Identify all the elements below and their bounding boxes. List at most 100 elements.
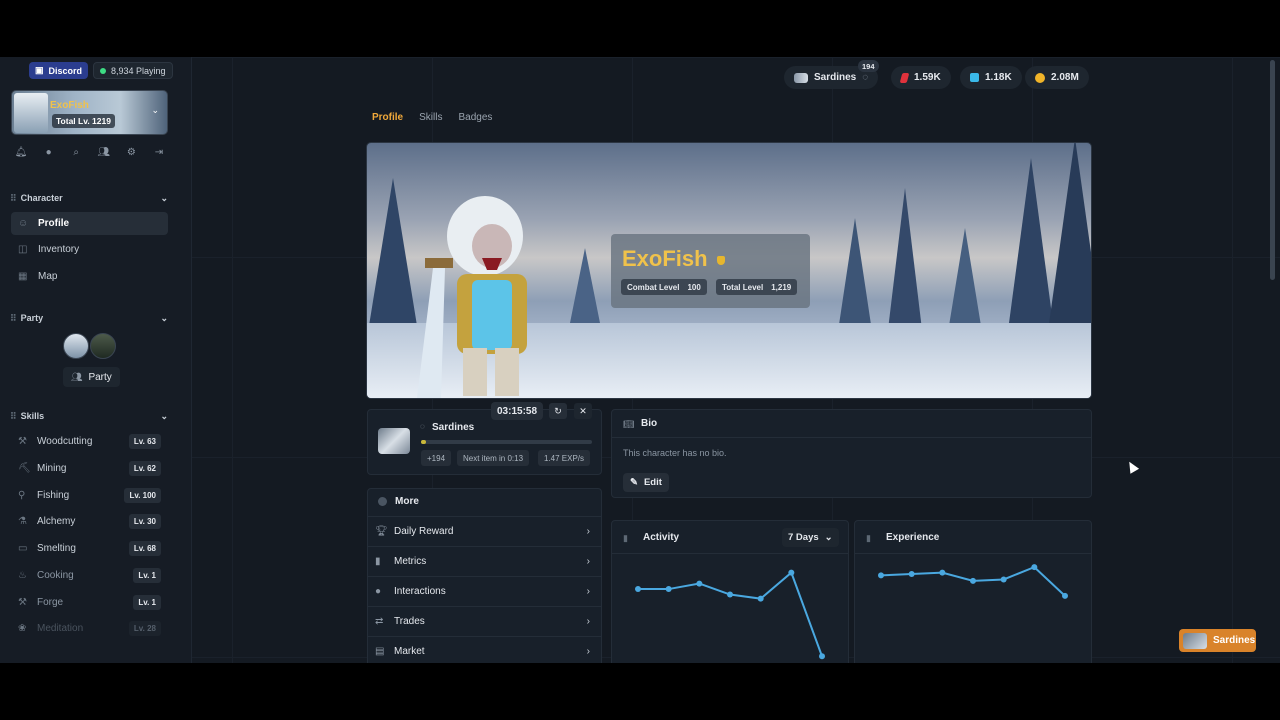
experience-chart-panel: ▮ Experience (854, 520, 1092, 663)
skill-woodcutting[interactable]: ⚒ Woodcutting Lv. 63 (11, 431, 168, 451)
character-card[interactable]: ExoFish Total Lv. 1219 ⌄ (11, 90, 168, 135)
tab-profile[interactable]: Profile (372, 112, 403, 123)
logout-icon[interactable]: ⇥ (150, 143, 168, 161)
loot-toast[interactable]: Sardines (1179, 629, 1256, 652)
skill-fishing[interactable]: ⚲ Fishing Lv. 100 (11, 485, 168, 505)
more-item-label: Trades (394, 616, 425, 627)
more-item-daily-reward[interactable]: 🏆︎ Daily Reward › (367, 516, 602, 546)
red-gem-icon (899, 72, 910, 83)
activity-data-point[interactable] (757, 595, 764, 602)
friends-icon[interactable]: 👥︎ (95, 143, 113, 161)
range-select[interactable]: 7 Days ⌄ (782, 528, 839, 547)
skill-smelting[interactable]: ▭ Smelting Lv. 68 (11, 538, 168, 558)
experience-data-point[interactable] (878, 572, 884, 579)
party-button-label: Party (88, 371, 112, 383)
party-member-avatar[interactable] (63, 333, 89, 359)
online-dot-icon (100, 67, 106, 74)
search-icon[interactable]: ⌕ (67, 143, 85, 161)
activity-data-point[interactable] (665, 586, 672, 593)
skill-forge[interactable]: ⚒ Forge Lv. 1 (11, 592, 168, 612)
sidebar-item-inventory[interactable]: ◫ Inventory (11, 238, 168, 261)
bell-icon[interactable]: 🔔︎ (12, 143, 30, 161)
activity-chart-title: Activity (643, 532, 680, 543)
experience-data-point[interactable] (970, 577, 976, 584)
hammer-icon: ⚒ (18, 596, 27, 608)
gold-pill[interactable]: 2.08M (1025, 66, 1089, 89)
activity-series-line (638, 570, 823, 657)
quick-actions: 🔔︎ ● ⌕ 👥︎ ⚙ ⇥ (12, 143, 168, 161)
axe-icon: ⚒ (18, 435, 27, 447)
more-item-metrics[interactable]: ▮ Metrics › (367, 546, 602, 576)
more-item-trades[interactable]: ⇄ Trades › (367, 606, 602, 636)
skill-meditation[interactable]: ❀ Meditation Lv. 28 (11, 618, 168, 638)
edit-icon: ✎ (630, 477, 638, 488)
party-member-avatar[interactable] (90, 333, 116, 359)
drag-handle-icon[interactable]: ⠿ (10, 411, 17, 421)
section-skills-header[interactable]: ⠿ Skills ⌄ (10, 411, 168, 422)
skill-label: Smelting (37, 542, 76, 554)
experience-chart-title: Experience (886, 532, 940, 543)
profile-name: ExoFish (622, 246, 708, 271)
chevron-down-icon[interactable]: ⌄ (160, 193, 168, 204)
chevron-right-icon: › (586, 646, 590, 657)
sidebar-item-profile[interactable]: ☺ Profile (11, 212, 168, 235)
discord-button[interactable]: ▣ Discord (29, 62, 89, 79)
action-progress-fill (421, 440, 427, 444)
drag-handle-icon[interactable]: ⠿ (10, 193, 17, 203)
mouse-cursor (1124, 459, 1140, 474)
tab-skills[interactable]: Skills (419, 112, 442, 123)
blue-gems-pill[interactable]: 1.18K (960, 66, 1022, 89)
experience-data-point[interactable] (939, 569, 946, 576)
profile-name-card: ExoFish Combat Level 100 Total Level 1,2… (611, 234, 810, 308)
sidebar: ▣ Discord 8,934 Playing ExoFish Total Lv… (0, 57, 192, 663)
activity-data-point[interactable] (819, 653, 825, 660)
activity-data-point[interactable] (788, 569, 795, 576)
skill-alchemy[interactable]: ⚗ Alchemy Lv. 30 (11, 511, 168, 531)
more-item-interactions[interactable]: ● Interactions › (367, 576, 602, 606)
section-party-title: Party (20, 313, 44, 323)
skill-label: Woodcutting (37, 435, 93, 447)
spinner-icon: ◌ (862, 72, 869, 83)
skill-level-badge: Lv. 62 (128, 460, 161, 476)
drag-handle-icon[interactable]: ⠿ (10, 313, 17, 323)
edit-bio-button[interactable]: ✎ Edit (623, 473, 669, 492)
activity-data-point[interactable] (635, 586, 641, 593)
flask-icon: ⚗ (18, 515, 27, 527)
experience-data-point[interactable] (1000, 576, 1007, 583)
sidebar-item-map[interactable]: ▦ Map (11, 265, 168, 288)
gold-value: 2.08M (1051, 72, 1079, 83)
chevron-down-icon[interactable]: ⌄ (160, 411, 168, 422)
more-item-market[interactable]: ▤ Market › (367, 636, 602, 663)
section-character-header[interactable]: ⠿ Character ⌄ (10, 193, 168, 204)
close-icon[interactable]: ✕ (574, 403, 592, 419)
red-gems-pill[interactable]: 1.59K (891, 66, 951, 89)
refresh-icon[interactable]: ↻ (549, 403, 567, 419)
discord-icon: ▣ (35, 65, 44, 75)
chat-icon[interactable]: ● (40, 143, 58, 161)
exp-rate-badge: 1.47 EXP/s (538, 450, 591, 466)
gear-icon[interactable]: ⚙ (122, 143, 140, 161)
chevron-down-icon[interactable]: ⌄ (160, 313, 168, 324)
bag-icon: ◫ (18, 244, 28, 255)
skill-cooking[interactable]: ♨ Cooking Lv. 1 (11, 565, 168, 585)
profile-tabs: Profile Skills Badges (372, 112, 492, 123)
current-action-item: Sardines (432, 422, 475, 433)
activity-data-point[interactable] (727, 591, 733, 598)
pine-tree (837, 218, 873, 338)
tab-badges[interactable]: Badges (458, 112, 492, 123)
experience-data-point[interactable] (1031, 564, 1038, 571)
experience-data-point[interactable] (1062, 592, 1068, 599)
store-icon: ▤ (375, 646, 385, 657)
section-party-header[interactable]: ⠿ Party ⌄ (10, 313, 168, 324)
chevron-down-icon[interactable]: ⌄ (151, 105, 159, 116)
experience-data-point[interactable] (908, 570, 915, 577)
scrollbar[interactable] (1270, 60, 1275, 280)
more-title: More (395, 496, 419, 507)
skill-mining[interactable]: ⛏ Mining Lv. 62 (11, 458, 168, 478)
skill-level-badge: Lv. 1 (133, 594, 161, 610)
party-button[interactable]: 👥︎ Party (63, 367, 120, 387)
person-icon: ● (375, 586, 382, 597)
combat-level-value: 100 (687, 282, 701, 292)
sidebar-item-label: Profile (38, 218, 70, 229)
activity-data-point[interactable] (696, 580, 703, 587)
